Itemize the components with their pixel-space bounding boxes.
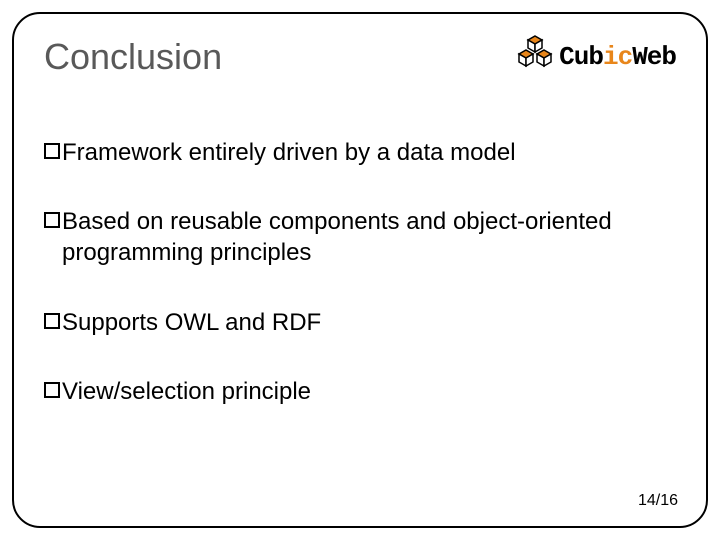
bullet-text: Framework entirely driven by a data mode… <box>62 137 676 168</box>
slide-header: Conclusion <box>44 32 676 79</box>
square-bullet-icon <box>44 382 60 398</box>
list-item: Framework entirely driven by a data mode… <box>44 137 676 168</box>
list-item: Supports OWL and RDF <box>44 307 676 338</box>
square-bullet-icon <box>44 212 60 228</box>
bullet-text: View/selection principle <box>62 376 676 407</box>
square-bullet-icon <box>44 313 60 329</box>
bullet-text: Supports OWL and RDF <box>62 307 676 338</box>
slide-frame: Conclusion <box>12 12 708 528</box>
slide-title: Conclusion <box>44 36 222 78</box>
brand-name-part3: Web <box>632 42 676 72</box>
bullet-text: Based on reusable components and object-… <box>62 206 676 268</box>
page-number: 14/16 <box>638 492 678 510</box>
square-bullet-icon <box>44 143 60 159</box>
list-item: Based on reusable components and object-… <box>44 206 676 268</box>
slide-body: Framework entirely driven by a data mode… <box>44 137 676 407</box>
brand-logo: CubicWeb <box>515 34 676 79</box>
brand-name: CubicWeb <box>559 42 676 72</box>
list-item: View/selection principle <box>44 376 676 407</box>
brand-name-part1: Cub <box>559 42 603 72</box>
brand-name-part2: ic <box>603 42 632 72</box>
cubes-icon <box>515 34 555 79</box>
